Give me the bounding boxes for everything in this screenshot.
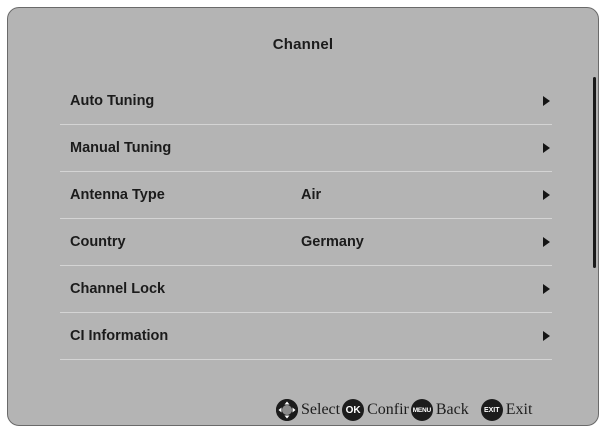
menu-item-ci-information[interactable]: CI Information [60, 313, 552, 360]
menu-item-auto-tuning[interactable]: Auto Tuning [60, 78, 552, 125]
menu-item-channel-lock[interactable]: Channel Lock [60, 266, 552, 313]
menu-item-label: Antenna Type [70, 187, 165, 203]
arrow-right-icon [543, 237, 550, 247]
scrollbar[interactable] [593, 77, 596, 268]
menu-title: Channel [272, 36, 334, 53]
arrow-right-icon [543, 331, 550, 341]
channel-menu-list: Auto Tuning Manual Tuning Antenna Type A… [60, 78, 552, 360]
dpad-icon [276, 399, 298, 421]
menu-item-label: Auto Tuning [70, 93, 155, 109]
select-hint-label: Select [301, 401, 341, 418]
menu-item-manual-tuning[interactable]: Manual Tuning [60, 125, 552, 172]
arrow-right-icon [543, 96, 550, 106]
ok-button-icon: OK [342, 399, 365, 421]
exit-hint-label: Exit [505, 401, 533, 418]
confirm-hint-label: Confir [367, 401, 409, 418]
menu-item-country[interactable]: Country Germany [60, 219, 552, 266]
arrow-right-icon [543, 143, 550, 153]
back-hint-label: Back [435, 401, 469, 418]
exit-button-icon: EXIT [480, 399, 503, 421]
channel-menu-panel: Channel Auto Tuning Manual Tuning Antenn… [7, 7, 599, 426]
menu-item-label: Channel Lock [70, 281, 166, 297]
arrow-right-icon [543, 190, 550, 200]
menu-item-value: Germany [301, 234, 364, 250]
menu-item-label: Manual Tuning [70, 140, 172, 156]
menu-button-icon: MENU [410, 399, 433, 421]
arrow-right-icon [543, 284, 550, 294]
menu-item-antenna-type[interactable]: Antenna Type Air [60, 172, 552, 219]
menu-item-value: Air [301, 187, 322, 203]
menu-item-label: Country [70, 234, 126, 250]
key-hint-bar: Select OK Confir MENU Back EXIT Exit [276, 397, 534, 423]
menu-item-label: CI Information [70, 328, 169, 344]
